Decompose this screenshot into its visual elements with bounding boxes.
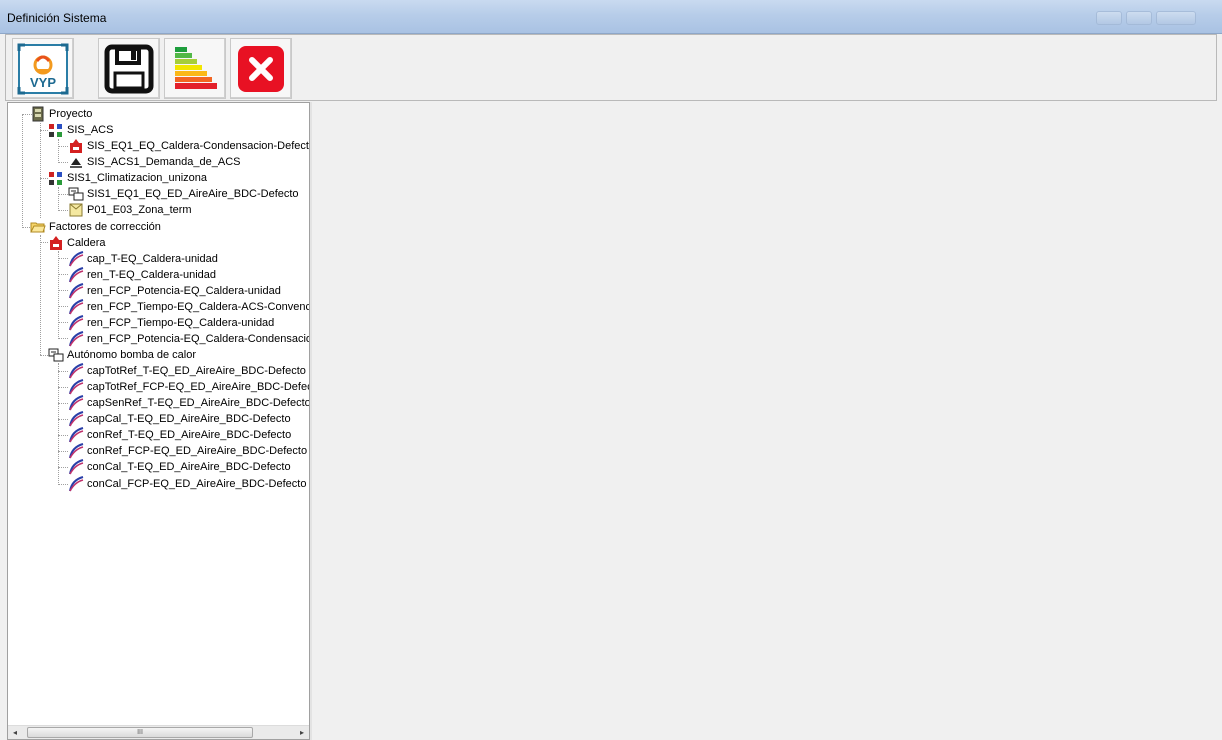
tree-node-curve[interactable]: conCal_T-EQ_ED_AireAire_BDC-Defecto [68,459,291,475]
close-button[interactable] [230,38,292,99]
curve-icon [68,267,84,283]
tree-node-curve[interactable]: ren_FCP_Tiempo-EQ_Caldera-ACS-Convencion… [68,299,309,315]
scrollbar-thumb[interactable]: III [27,727,253,738]
tree-node-sis-acs1[interactable]: SIS_ACS1_Demanda_de_ACS [68,154,240,170]
curve-icon [68,427,84,443]
tree-node-curve[interactable]: capCal_T-EQ_ED_AireAire_BDC-Defecto [68,411,291,427]
tree-node-curve[interactable]: conRef_T-EQ_ED_AireAire_BDC-Defecto [68,427,291,443]
maximize-button[interactable] [1126,11,1152,25]
curve-icon [68,331,84,347]
tree-node-factores[interactable]: Factores de corrección [30,219,161,235]
vyp-logo-button[interactable]: VYP [12,38,74,99]
tree-node-curve[interactable]: capTotRef_T-EQ_ED_AireAire_BDC-Defecto [68,363,306,379]
energy-rating-button[interactable] [164,38,226,99]
tree-node-curve[interactable]: capSenRef_T-EQ_ED_AireAire_BDC-Defecto [68,395,309,411]
detail-panel [312,102,1217,740]
tree-node-curve[interactable]: ren_FCP_Potencia-EQ_Caldera-Condensacion [68,331,309,347]
tree-node-sis-acs[interactable]: SIS_ACS [48,122,113,138]
curve-icon [68,283,84,299]
tree-node-p01-e03[interactable]: P01_E03_Zona_term [68,202,192,218]
floppy-disk-icon [104,44,154,94]
scroll-right-arrow-icon[interactable]: ▸ [295,726,309,739]
tree-node-curve[interactable]: capTotRef_FCP-EQ_ED_AireAire_BDC-Defecto [68,379,309,395]
demand-icon [68,154,84,170]
tree-node-sis1-climatizacion[interactable]: SIS1_Climatizacion_unizona [48,170,207,186]
red-x-icon [238,46,284,92]
tree-node-curve[interactable]: conRef_FCP-EQ_ED_AireAire_BDC-Defecto [68,443,307,459]
folder-open-icon [30,219,46,235]
save-button[interactable] [98,38,160,99]
curve-icon [68,315,84,331]
vyp-logo-icon: VYP [17,43,69,95]
tree-node-sis1-eq1[interactable]: SIS1_EQ1_EQ_ED_AireAire_BDC-Defecto [68,186,299,202]
curve-icon [68,459,84,475]
scroll-left-arrow-icon[interactable]: ◂ [8,726,22,739]
window-close-button[interactable] [1156,11,1196,25]
curve-icon [68,395,84,411]
system-icon [48,122,64,138]
minimize-button[interactable] [1096,11,1122,25]
tree-node-curve[interactable]: conCal_FCP-EQ_ED_AireAire_BDC-Defecto [68,476,306,492]
tree-node-autonomo[interactable]: Autónomo bomba de calor [48,347,196,363]
curve-icon [68,299,84,315]
curve-icon [68,363,84,379]
curve-icon [68,411,84,427]
title-bar: Definición Sistema [0,0,1222,34]
svg-text:VYP: VYP [30,75,56,90]
window-title: Definición Sistema [7,11,107,25]
tree-node-curve[interactable]: ren_FCP_Tiempo-EQ_Caldera-unidad [68,315,274,331]
tree-node-curve[interactable]: ren_FCP_Potencia-EQ_Caldera-unidad [68,283,281,299]
curve-icon [68,379,84,395]
energy-rating-icon [175,47,217,89]
heat-pump-icon [68,186,84,202]
tree-node-caldera[interactable]: Caldera [48,235,106,251]
system-tree[interactable]: Proyecto SIS_ACS SIS_EQ1_EQ_Caldera-Cond… [7,102,310,740]
curve-icon [68,443,84,459]
tree-node-curve[interactable]: ren_T-EQ_Caldera-unidad [68,267,216,283]
boiler-icon [68,138,84,154]
project-icon [30,106,46,122]
tree-node-sis-eq1[interactable]: SIS_EQ1_EQ_Caldera-Condensacion-Defecto [68,138,309,154]
tree-node-proyecto[interactable]: Proyecto [30,106,92,122]
toolbar: VYP [5,34,1217,101]
curve-icon [68,476,84,492]
tree-node-curve[interactable]: cap_T-EQ_Caldera-unidad [68,251,218,267]
boiler-icon [48,235,64,251]
heat-pump-icon [48,347,64,363]
system-icon [48,170,64,186]
horizontal-scrollbar[interactable]: ◂ III ▸ [8,725,309,739]
zone-icon [68,202,84,218]
curve-icon [68,251,84,267]
